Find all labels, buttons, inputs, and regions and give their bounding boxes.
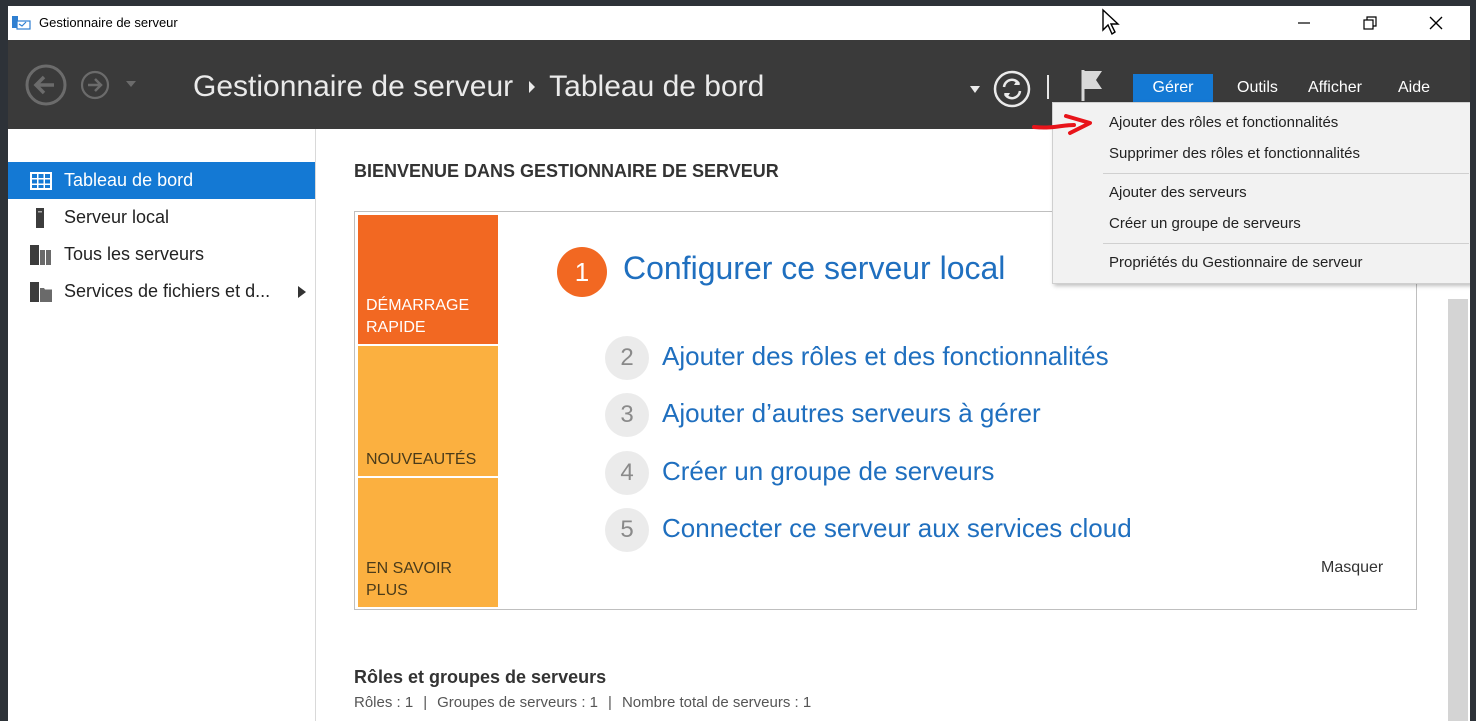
menu-separator	[1103, 243, 1469, 244]
menu-outils[interactable]: Outils	[1225, 74, 1290, 102]
menu-gerer[interactable]: Gérer	[1133, 74, 1213, 102]
sidebar-item-serveur-local[interactable]: Serveur local	[8, 199, 315, 236]
menu-item-ajouter-roles[interactable]: Ajouter des rôles et fonctionnalités	[1109, 114, 1338, 131]
menu-separator	[1103, 173, 1469, 174]
menu-item-ajouter-serveurs[interactable]: Ajouter des serveurs	[1109, 184, 1247, 201]
back-arrow-icon[interactable]	[24, 63, 68, 107]
total-servers-count: Nombre total de serveurs : 1	[621, 694, 812, 711]
tile-label: NOUVEAUTÉS	[366, 451, 477, 468]
step-link-ajouter-serveurs[interactable]: Ajouter d’autres serveurs à gérer	[662, 398, 1041, 429]
servers-icon	[30, 244, 51, 265]
header-dropdown-icon[interactable]	[970, 86, 980, 93]
sidebar-item-tableau-de-bord[interactable]: Tableau de bord	[8, 162, 315, 199]
gerer-dropdown-menu: Ajouter des rôles et fonctionnalités Sup…	[1052, 102, 1470, 284]
step-link-connecter-cloud[interactable]: Connecter ce serveur aux services cloud	[662, 513, 1132, 544]
minimize-icon	[1298, 22, 1310, 24]
file-services-icon	[30, 281, 52, 302]
step-number-badge: 1	[557, 247, 607, 297]
breadcrumb-root[interactable]: Gestionnaire de serveur	[193, 70, 513, 104]
roles-summary: Rôles : 1 | Groupes de serveurs : 1 | Nombre…	[354, 694, 811, 711]
restore-button[interactable]	[1347, 6, 1393, 40]
server-icon	[36, 207, 44, 228]
notifications-flag-icon[interactable]	[1078, 68, 1106, 102]
minimize-button[interactable]	[1281, 6, 1327, 40]
menu-item-creer-groupe[interactable]: Créer un groupe de serveurs	[1109, 215, 1301, 232]
expand-arrow-icon[interactable]	[298, 285, 306, 298]
mouse-cursor-icon	[1102, 8, 1120, 36]
step-number-badge: 4	[605, 451, 649, 495]
header-divider	[1047, 75, 1049, 99]
forward-arrow-icon[interactable]	[80, 70, 110, 100]
tile-label: EN SAVOIR PLUS	[366, 560, 452, 599]
step-link-ajouter-roles[interactable]: Ajouter des rôles et des fonctionnalités	[662, 341, 1109, 372]
window-title: Gestionnaire de serveur	[39, 15, 178, 30]
sidebar-item-services-fichiers[interactable]: Services de fichiers et d...	[8, 273, 315, 310]
tile-label: DÉMARRAGE RAPIDE	[366, 297, 470, 336]
welcome-title: BIENVENUE DANS GESTIONNAIRE DE SERVEUR	[354, 161, 779, 181]
step-link-creer-groupe[interactable]: Créer un groupe de serveurs	[662, 456, 994, 487]
breadcrumb-current: Tableau de bord	[549, 70, 765, 103]
server-manager-app-icon	[12, 16, 31, 30]
menu-item-proprietes[interactable]: Propriétés du Gestionnaire de serveur	[1109, 254, 1362, 271]
sidebar-item-label: Serveur local	[64, 207, 170, 227]
step-number-badge: 2	[605, 336, 649, 380]
roles-count: Rôles : 1	[354, 694, 414, 711]
sidebar: Tableau de bord Serveur local Tous les s…	[8, 129, 316, 721]
close-button[interactable]	[1413, 6, 1459, 40]
sidebar-item-tous-les-serveurs[interactable]: Tous les serveurs	[8, 236, 315, 273]
history-dropdown-icon[interactable]	[125, 80, 137, 88]
menu-item-supprimer-roles[interactable]: Supprimer des rôles et fonctionnalités	[1109, 145, 1360, 162]
sidebar-item-label: Services de fichiers et d...	[64, 281, 271, 301]
sidebar-item-label: Tableau de bord	[64, 170, 194, 190]
restore-icon	[1363, 16, 1377, 30]
hide-link[interactable]: Masquer	[1321, 559, 1383, 577]
step-link-configurer[interactable]: Configurer ce serveur local	[623, 250, 1005, 287]
tile-demarrage-rapide[interactable]: DÉMARRAGE RAPIDE	[358, 215, 498, 344]
server-groups-count: Groupes de serveurs : 1	[437, 694, 599, 711]
dashboard-icon	[30, 171, 52, 190]
menu-aide[interactable]: Aide	[1386, 74, 1442, 102]
tile-en-savoir-plus[interactable]: EN SAVOIR PLUS	[358, 478, 498, 607]
breadcrumb: Gestionnaire de serveur Tableau de bord	[193, 70, 764, 104]
roles-section-title: Rôles et groupes de serveurs	[354, 667, 607, 687]
breadcrumb-separator-icon	[529, 81, 536, 93]
step-number-badge: 5	[605, 508, 649, 552]
close-icon	[1429, 16, 1443, 30]
tile-nouveautes[interactable]: NOUVEAUTÉS	[358, 346, 498, 476]
refresh-icon[interactable]	[993, 70, 1031, 108]
title-bar: Gestionnaire de serveur	[8, 6, 1470, 40]
sidebar-item-label: Tous les serveurs	[64, 244, 205, 264]
menu-afficher[interactable]: Afficher	[1296, 74, 1374, 102]
summary-separator: |	[423, 694, 428, 711]
step-number-badge: 3	[605, 393, 649, 437]
red-annotation-arrow-icon	[1032, 114, 1092, 135]
server-manager-window: Gestionnaire de serveur Gestionnaire de …	[8, 6, 1470, 721]
vertical-scrollbar[interactable]	[1448, 299, 1468, 721]
summary-separator: |	[608, 694, 612, 711]
